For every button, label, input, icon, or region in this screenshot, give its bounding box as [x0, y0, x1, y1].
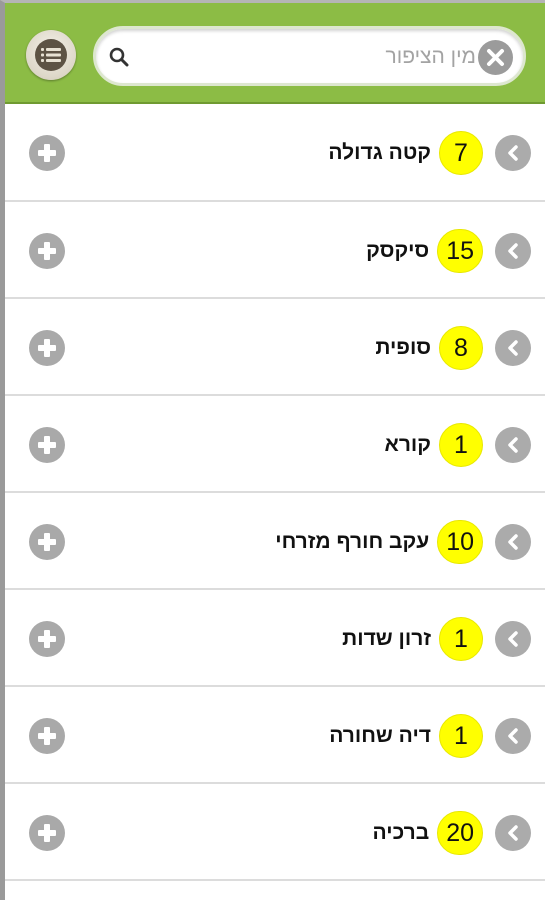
chevron-left-icon[interactable] [495, 718, 531, 754]
list-item[interactable]: 20 ברכיה [5, 784, 545, 881]
bird-entry: 10 עקב חורף מזרחי [275, 519, 483, 565]
plus-icon[interactable] [29, 815, 65, 851]
chevron-left-icon[interactable] [495, 135, 531, 171]
list-item[interactable]: 1 דיה שחורה [5, 687, 545, 784]
bird-name: זרון שדות [342, 627, 431, 650]
count-badge: 10 [437, 520, 483, 564]
count-badge: 1 [439, 714, 483, 758]
list-item[interactable]: 15 סיקסק [5, 202, 545, 299]
clear-x-icon[interactable] [478, 40, 513, 75]
search-input[interactable] [140, 39, 482, 75]
list-item[interactable]: 1 זרון שדות [5, 590, 545, 687]
bird-list: 7 קטה גדולה 15 סיקסק 8 סופית 1 קורא 10 ע… [5, 104, 545, 881]
bird-name: קורא [384, 433, 432, 456]
plus-icon[interactable] [29, 427, 65, 463]
search-icon [108, 46, 130, 68]
app-frame: 7 קטה גדולה 15 סיקסק 8 [0, 0, 545, 900]
bird-entry: 1 דיה שחורה [329, 713, 483, 759]
count-badge: 20 [437, 811, 483, 855]
bird-name: סיקסק [366, 239, 430, 262]
count-badge: 8 [439, 326, 483, 370]
plus-icon[interactable] [29, 330, 65, 366]
header-bar [5, 3, 545, 104]
bird-name: קטה גדולה [328, 141, 431, 164]
list-item[interactable]: 1 קורא [5, 396, 545, 493]
list-icon [35, 39, 67, 71]
plus-icon[interactable] [29, 718, 65, 754]
bird-name: ברכיה [372, 821, 430, 844]
plus-icon[interactable] [29, 233, 65, 269]
count-badge: 7 [439, 131, 483, 175]
bird-name: דיה שחורה [329, 724, 431, 747]
bird-entry: 1 קורא [384, 422, 483, 468]
bird-name: סופית [375, 336, 431, 359]
list-item[interactable]: 10 עקב חורף מזרחי [5, 493, 545, 590]
bird-entry: 20 ברכיה [373, 810, 483, 856]
count-badge: 15 [437, 229, 483, 273]
chevron-left-icon[interactable] [495, 427, 531, 463]
bird-name: עקב חורף מזרחי [275, 530, 430, 553]
chevron-left-icon[interactable] [495, 815, 531, 851]
menu-button[interactable] [26, 30, 76, 80]
chevron-left-icon[interactable] [495, 330, 531, 366]
count-badge: 1 [439, 423, 483, 467]
bird-entry: 1 זרון שדות [342, 616, 483, 662]
bird-entry: 15 סיקסק [366, 228, 483, 274]
plus-icon[interactable] [29, 621, 65, 657]
chevron-left-icon[interactable] [495, 233, 531, 269]
chevron-left-icon[interactable] [495, 621, 531, 657]
bird-entry: 7 קטה גדולה [328, 130, 483, 176]
list-item[interactable]: 8 סופית [5, 299, 545, 396]
list-item[interactable]: 7 קטה גדולה [5, 104, 545, 202]
plus-icon[interactable] [29, 135, 65, 171]
search-box [93, 26, 526, 86]
chevron-left-icon[interactable] [495, 524, 531, 560]
plus-icon[interactable] [29, 524, 65, 560]
bird-entry: 8 סופית [375, 325, 483, 371]
count-badge: 1 [439, 617, 483, 661]
